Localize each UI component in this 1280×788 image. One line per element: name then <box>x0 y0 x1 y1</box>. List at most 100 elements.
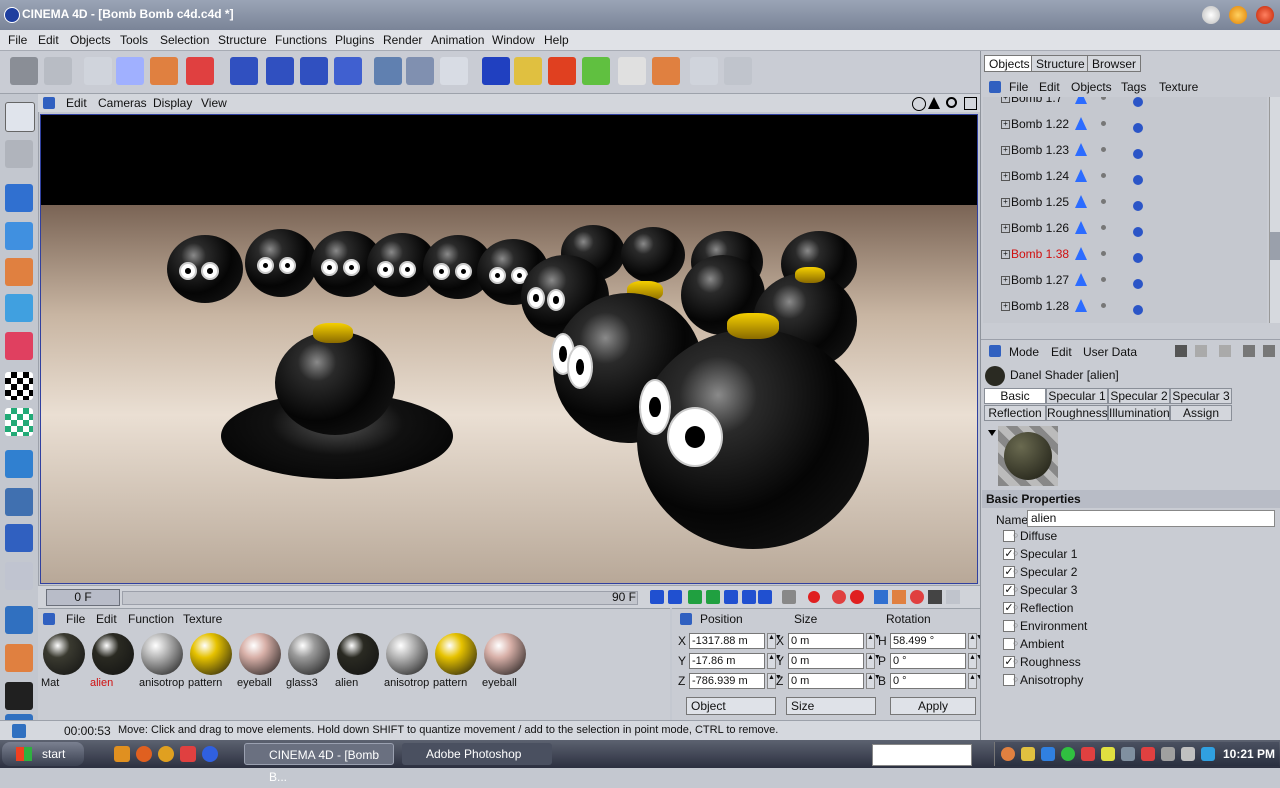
browser-icon[interactable] <box>202 746 218 762</box>
object-list-scroll-thumb[interactable] <box>1270 232 1280 260</box>
name-field[interactable]: alien <box>1027 510 1275 527</box>
back-arrow-icon[interactable] <box>1175 345 1187 357</box>
material-tag-icon[interactable] <box>1133 201 1143 211</box>
texture-axis-icon[interactable] <box>5 408 33 436</box>
viewport-rotate-icon[interactable] <box>946 97 957 108</box>
edges-mode-icon[interactable] <box>5 294 33 322</box>
layout-icon[interactable] <box>724 57 752 85</box>
redo-icon[interactable] <box>44 57 72 85</box>
scene-icon[interactable] <box>618 57 646 85</box>
attributes-menu-edit[interactable]: Edit <box>1051 345 1072 359</box>
position-field[interactable]: -786.939 m <box>689 673 765 689</box>
render-picture-viewer-icon[interactable] <box>406 57 434 85</box>
autokey-icon[interactable] <box>832 590 846 604</box>
material-swatch[interactable]: eyeball <box>482 631 528 689</box>
tray-icon[interactable] <box>1141 747 1155 761</box>
expand-icon[interactable]: + <box>1001 97 1010 103</box>
scale-track-icon[interactable] <box>892 590 906 604</box>
material-swatch[interactable]: glass3 <box>286 631 332 689</box>
play-forwards-icon[interactable] <box>724 590 738 604</box>
menu-window[interactable]: Window <box>492 33 535 47</box>
expand-icon[interactable]: + <box>1001 302 1010 311</box>
parameter-track-icon[interactable] <box>928 590 942 604</box>
object-row-name[interactable]: Bomb 1.25 <box>1011 195 1069 209</box>
expand-icon[interactable]: + <box>1001 146 1010 155</box>
soft-selection-icon[interactable] <box>5 682 33 710</box>
position-track-icon[interactable] <box>874 590 888 604</box>
material-menu-file[interactable]: File <box>66 612 85 626</box>
viewport-menu-view[interactable]: View <box>201 96 227 110</box>
object-visibility-icon[interactable] <box>1075 221 1087 234</box>
object-row-name[interactable]: Bomb 1.38 <box>1011 247 1069 261</box>
size-spinner[interactable]: ▲▼ <box>866 653 881 669</box>
record-icon[interactable] <box>808 591 820 603</box>
taskbar-photoshop[interactable]: Adobe Photoshop <box>402 743 552 765</box>
position-spinner[interactable]: ▲▼ <box>767 673 782 689</box>
object-row-name[interactable]: Bomb 1.7 <box>1011 97 1062 105</box>
material-swatch[interactable]: anisotrop <box>384 631 430 689</box>
shader-tab[interactable]: Illumination <box>1108 405 1170 421</box>
select-arrow-icon[interactable] <box>84 57 112 85</box>
close-button[interactable] <box>1256 6 1274 24</box>
scale-icon[interactable] <box>150 57 178 85</box>
texture-mode-icon[interactable] <box>5 372 33 400</box>
size-spinner[interactable]: ▲▼ <box>866 633 881 649</box>
object-mode-icon[interactable] <box>5 184 33 212</box>
object-row-name[interactable]: Bomb 1.28 <box>1011 299 1069 313</box>
play-backwards-icon[interactable] <box>688 590 702 604</box>
viewport-menu-cameras[interactable]: Cameras <box>98 96 147 110</box>
tray-icon[interactable] <box>1061 747 1075 761</box>
menu-render[interactable]: Render <box>383 33 422 47</box>
object-row-name[interactable]: Bomb 1.22 <box>1011 117 1069 131</box>
attributes-menu-mode[interactable]: Mode <box>1009 345 1039 359</box>
point-level-icon[interactable] <box>946 590 960 604</box>
animation-mode-icon[interactable] <box>5 450 33 478</box>
shader-tab[interactable]: Specular 1 <box>1046 388 1108 404</box>
up-arrow-icon[interactable] <box>1219 345 1231 357</box>
object-status-dot[interactable] <box>1101 277 1106 282</box>
position-field[interactable]: -17.86 m <box>689 653 765 669</box>
object-status-dot[interactable] <box>1101 147 1106 152</box>
expand-icon[interactable]: + <box>1001 198 1010 207</box>
object-row-name[interactable]: Bomb 1.26 <box>1011 221 1069 235</box>
object-row-name[interactable]: Bomb 1.24 <box>1011 169 1069 183</box>
position-field[interactable]: -1317.88 m <box>689 633 765 649</box>
tab-browser[interactable]: Browser <box>1087 55 1142 72</box>
cube-object-icon[interactable] <box>482 57 510 85</box>
object-visibility-icon[interactable] <box>1075 97 1087 104</box>
material-swatch[interactable]: pattern <box>433 631 479 689</box>
current-frame-field[interactable]: 0 F <box>46 589 120 606</box>
object-menu-objects[interactable]: Objects <box>1071 80 1112 94</box>
material-tag-icon[interactable] <box>1133 279 1143 289</box>
start-button[interactable]: start <box>2 742 84 766</box>
folder-icon[interactable] <box>180 746 196 762</box>
object-menu-tags[interactable]: Tags <box>1121 80 1146 94</box>
tray-icon[interactable] <box>1001 747 1015 761</box>
rotation-spinner[interactable]: ▲▼ <box>968 673 983 689</box>
expand-icon[interactable]: + <box>1001 276 1010 285</box>
apply-button[interactable]: Apply <box>890 697 976 715</box>
object-visibility-icon[interactable] <box>1075 117 1087 130</box>
maximize-button[interactable] <box>1229 6 1247 24</box>
menu-tools[interactable]: Tools <box>120 33 148 47</box>
z-axis-icon[interactable] <box>300 57 328 85</box>
object-visibility-icon[interactable] <box>1075 169 1087 182</box>
shader-tab[interactable]: Specular 3 <box>1170 388 1232 404</box>
timeline-slider[interactable] <box>122 591 638 605</box>
object-visibility-icon[interactable] <box>1075 299 1087 312</box>
shader-tab[interactable]: Basic <box>984 388 1046 404</box>
menu-file[interactable]: File <box>8 33 27 47</box>
material-menu-texture[interactable]: Texture <box>183 612 222 626</box>
size-field[interactable]: 0 m <box>788 673 864 689</box>
x-axis-icon[interactable] <box>230 57 258 85</box>
viewport-zoom-icon[interactable] <box>928 97 940 109</box>
shader-tab[interactable]: Assign <box>1170 405 1232 421</box>
material-swatch[interactable]: eyeball <box>237 631 283 689</box>
object-status-dot[interactable] <box>1101 121 1106 126</box>
object-status-dot[interactable] <box>1101 225 1106 230</box>
snap-enable-icon[interactable] <box>5 606 33 634</box>
expand-icon[interactable]: + <box>1001 172 1010 181</box>
object-menu-file[interactable]: File <box>1009 80 1028 94</box>
array-icon[interactable] <box>582 57 610 85</box>
tray-icon[interactable] <box>1041 747 1055 761</box>
